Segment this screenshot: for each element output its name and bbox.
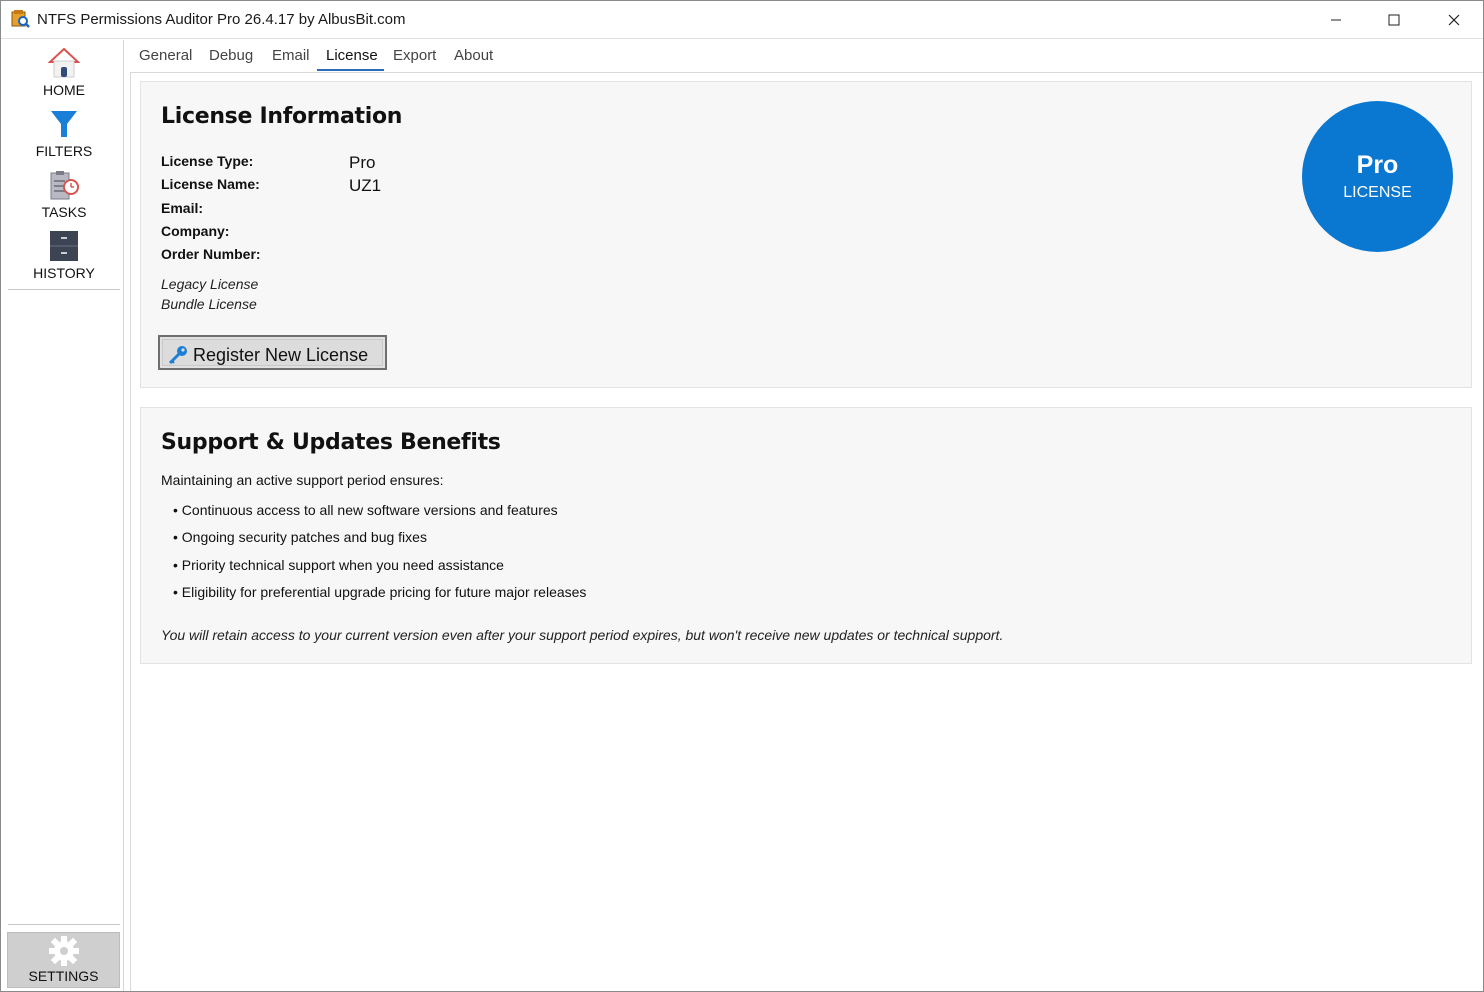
support-note: You will retain access to your current v… (161, 627, 1004, 643)
sidebar-item-settings[interactable]: SETTINGS (7, 932, 120, 988)
gear-icon (49, 936, 79, 966)
order-number-row: Order Number: (161, 246, 561, 268)
sidebar-item-filters[interactable]: FILTERS (8, 103, 120, 163)
license-type-label: License Type: (161, 153, 254, 169)
app-window: NTFS Permissions Auditor Pro 26.4.17 by … (0, 0, 1484, 992)
title-bar: NTFS Permissions Auditor Pro 26.4.17 by … (1, 1, 1483, 39)
license-name-label: License Name: (161, 176, 260, 192)
license-type-row: License Type: Pro (161, 153, 561, 175)
company-row: Company: (161, 223, 561, 245)
sidebar-item-tasks[interactable]: TASKS (8, 164, 120, 224)
sidebar-item-history[interactable]: HISTORY (8, 225, 120, 285)
order-number-label: Order Number: (161, 246, 261, 262)
sidebar-item-label: SETTINGS (28, 968, 99, 984)
maximize-button[interactable] (1365, 1, 1423, 39)
list-item: • Priority technical support when you ne… (173, 557, 504, 573)
maximize-icon (1388, 14, 1400, 26)
support-panel: Support & Updates Benefits Maintaining a… (140, 407, 1472, 664)
sidebar-item-label: TASKS (41, 204, 87, 220)
sidebar-item-label: HISTORY (33, 265, 95, 281)
minimize-icon (1331, 19, 1341, 21)
badge-title: Pro (1356, 151, 1399, 179)
list-item: • Eligibility for preferential upgrade p… (173, 584, 587, 600)
license-name-value: UZ1 (349, 176, 382, 195)
sidebar-item-label: FILTERS (35, 143, 93, 159)
tab-general[interactable]: General (139, 47, 192, 64)
sidebar-divider (8, 289, 120, 290)
tab-debug[interactable]: Debug (209, 47, 253, 64)
content-area: License Information License Type: Pro Li… (130, 73, 1483, 991)
tab-email[interactable]: Email (272, 47, 310, 64)
tab-export[interactable]: Export (393, 47, 436, 64)
email-row: Email: (161, 200, 561, 222)
close-button[interactable] (1425, 1, 1483, 39)
tasks-icon (50, 171, 79, 200)
license-type-value: Pro (349, 153, 376, 172)
support-intro: Maintaining an active support period ens… (161, 472, 444, 488)
home-icon (48, 47, 80, 78)
key-icon (168, 346, 187, 365)
window-title: NTFS Permissions Auditor Pro 26.4.17 by … (37, 11, 406, 28)
register-new-license-button[interactable]: Register New License (158, 335, 387, 370)
legacy-license-note: Legacy License (161, 276, 259, 292)
app-logo-icon (11, 10, 30, 28)
history-icon (50, 231, 78, 261)
sidebar-item-label: HOME (43, 82, 85, 98)
bundle-license-note: Bundle License (161, 296, 257, 312)
sidebar: HOME FILTERS TASKS HISTORY SETTINGS (2, 40, 124, 991)
tab-bar: General Debug Email License Export About (130, 40, 1483, 73)
list-item: • Ongoing security patches and bug fixes (173, 529, 427, 545)
license-name-row: License Name: UZ1 (161, 176, 561, 198)
button-face: Register New License (162, 339, 383, 366)
badge-subtitle: LICENSE (1343, 184, 1412, 201)
tab-license[interactable]: License (326, 47, 378, 64)
tab-about[interactable]: About (454, 47, 493, 64)
sidebar-divider (8, 924, 120, 925)
company-label: Company: (161, 223, 230, 239)
sidebar-item-home[interactable]: HOME (8, 42, 120, 102)
minimize-button[interactable] (1307, 1, 1365, 39)
active-tab-indicator (317, 69, 384, 71)
license-heading: License Information (161, 104, 403, 129)
license-panel: License Information License Type: Pro Li… (140, 81, 1472, 388)
filter-icon (51, 111, 77, 137)
close-icon (1448, 14, 1460, 26)
list-item: • Continuous access to all new software … (173, 502, 558, 518)
email-label: Email: (161, 200, 204, 216)
support-heading: Support & Updates Benefits (161, 430, 501, 455)
license-badge: Pro LICENSE (1302, 101, 1453, 252)
register-button-label: Register New License (193, 345, 369, 365)
